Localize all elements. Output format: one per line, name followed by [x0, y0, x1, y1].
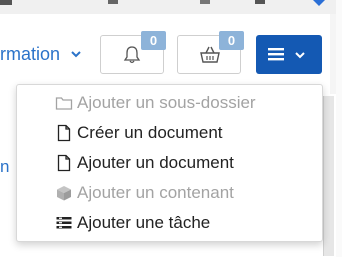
folder-icon: [55, 97, 73, 110]
right-panel-edge: [323, 96, 334, 256]
chevron-down-icon[interactable]: [70, 48, 82, 60]
toolbar-icon[interactable]: [198, 0, 214, 10]
document-icon: [57, 124, 71, 142]
toolbar-icon[interactable]: [0, 0, 16, 10]
toolbar-icon[interactable]: [253, 0, 269, 10]
side-link-text[interactable]: n: [0, 157, 9, 177]
menu-item-add-document[interactable]: Ajouter un document: [17, 148, 322, 178]
actions-menu-button[interactable]: [256, 35, 322, 74]
menu-item-label: Ajouter une tâche: [77, 213, 211, 232]
basket-count-badge: 0: [219, 31, 244, 50]
document-icon: [57, 154, 71, 172]
nav-information-link[interactable]: rmation: [0, 44, 60, 65]
toolbar-icon[interactable]: [106, 0, 122, 10]
menu-item-create-document[interactable]: Créer un document: [17, 118, 322, 148]
menu-item-add-subfolder: Ajouter un sous-dossier: [17, 88, 322, 118]
bell-icon: [123, 46, 141, 64]
notifications-count-badge: 0: [141, 31, 166, 50]
task-icon: [56, 217, 72, 229]
box-icon: [57, 186, 71, 201]
menu-item-label: Ajouter un sous-dossier: [77, 93, 256, 112]
toolbar-icon[interactable]: [311, 0, 327, 10]
menu-item-label: Créer un document: [77, 123, 223, 142]
actions-dropdown-menu: Ajouter un sous-dossier Créer un documen…: [16, 84, 323, 242]
menu-item-label: Ajouter un contenant: [77, 183, 234, 202]
menu-item-label: Ajouter un document: [77, 153, 234, 172]
menu-item-add-task[interactable]: Ajouter une tâche: [17, 208, 322, 238]
app-header: rmation 0 0: [0, 14, 330, 94]
menu-item-add-container: Ajouter un contenant: [17, 178, 322, 208]
hamburger-icon: [268, 48, 284, 61]
top-toolbar-strip: [0, 0, 342, 14]
scrollbar[interactable]: [336, 0, 342, 257]
chevron-down-icon: [295, 52, 305, 59]
